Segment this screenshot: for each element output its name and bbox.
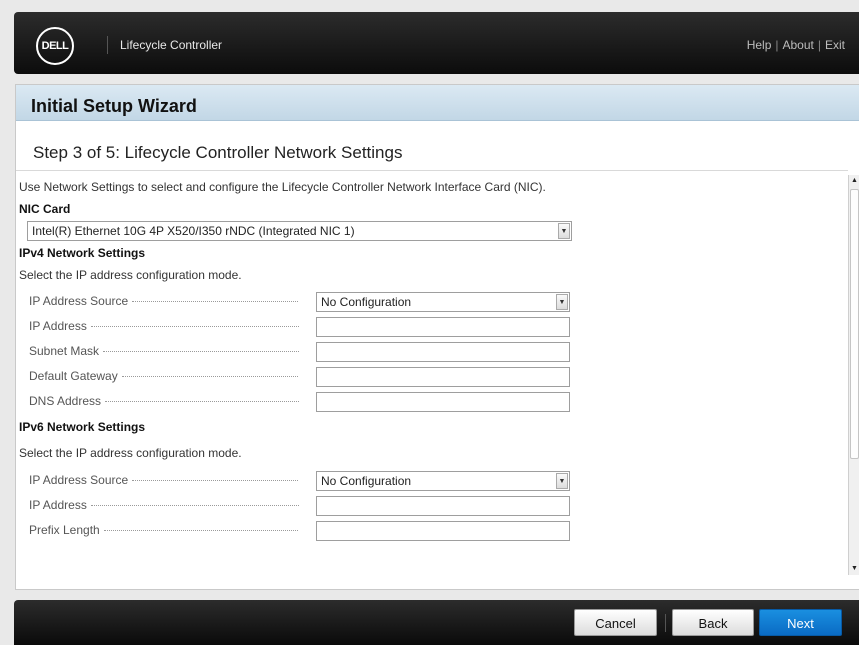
leader-dots bbox=[132, 480, 299, 482]
leader-dots bbox=[90, 326, 299, 328]
ipv6-hint: Select the IP address configuration mode… bbox=[19, 446, 242, 460]
label-text: Subnet Mask bbox=[29, 344, 100, 358]
header-divider bbox=[107, 36, 108, 54]
link-separator: | bbox=[775, 38, 779, 52]
cancel-button[interactable]: Cancel bbox=[574, 609, 657, 636]
header-links: Help | About | Exit bbox=[747, 38, 845, 52]
about-link[interactable]: About bbox=[783, 38, 814, 52]
wizard-panel: Initial Setup Wizard Step 3 of 5: Lifecy… bbox=[15, 84, 859, 590]
leader-dots bbox=[105, 401, 299, 403]
ipv4-subnet-field[interactable] bbox=[316, 342, 570, 362]
arrow-down-icon[interactable]: ▼ bbox=[849, 563, 859, 575]
top-bar: DELL Lifecycle Controller Help | About | Exi… bbox=[14, 12, 859, 74]
ipv4-heading: IPv4 Network Settings bbox=[19, 246, 146, 260]
arrow-up-icon[interactable]: ▲ bbox=[849, 175, 859, 187]
next-button[interactable]: Next bbox=[759, 609, 842, 636]
label-text: DNS Address bbox=[29, 394, 102, 408]
ipv4-dns-field[interactable] bbox=[316, 392, 570, 412]
step-title: Step 3 of 5: Lifecycle Controller Networ… bbox=[33, 143, 403, 162]
ipv6-prefix-field[interactable] bbox=[316, 521, 570, 541]
chevron-down-icon[interactable]: ▼ bbox=[556, 473, 568, 489]
dell-logo: DELL bbox=[36, 27, 74, 65]
label-text: IP Address bbox=[29, 498, 87, 512]
label-text: IP Address Source bbox=[29, 294, 129, 308]
vertical-scrollbar[interactable]: ▲ ▼ bbox=[848, 175, 859, 575]
button-divider bbox=[665, 614, 666, 632]
help-link[interactable]: Help bbox=[747, 38, 772, 52]
ipv6-ip-label: IP Address bbox=[29, 498, 299, 512]
ipv4-hint: Select the IP address configuration mode… bbox=[19, 268, 242, 282]
wizard-title: Initial Setup Wizard bbox=[31, 96, 197, 116]
leader-dots bbox=[103, 351, 299, 353]
ipv6-source-value: No Configuration bbox=[321, 474, 412, 488]
settings-scroll-area: Use Network Settings to select and confi… bbox=[16, 175, 846, 575]
scrollbar-thumb[interactable] bbox=[850, 189, 859, 459]
bottom-bar: Cancel Back Next bbox=[14, 600, 859, 645]
back-button[interactable]: Back bbox=[672, 609, 754, 636]
ipv4-ip-label: IP Address bbox=[29, 319, 299, 333]
intro-text: Use Network Settings to select and confi… bbox=[19, 180, 546, 194]
nic-card-heading: NIC Card bbox=[19, 202, 71, 216]
chevron-down-icon[interactable]: ▼ bbox=[558, 223, 570, 239]
label-text: IP Address Source bbox=[29, 473, 129, 487]
nic-card-select[interactable]: Intel(R) Ethernet 10G 4P X520/I350 rNDC … bbox=[27, 221, 572, 241]
ipv4-source-label: IP Address Source bbox=[29, 294, 299, 308]
ipv4-gateway-field[interactable] bbox=[316, 367, 570, 387]
divider bbox=[16, 170, 848, 171]
leader-dots bbox=[103, 530, 299, 532]
ipv6-prefix-label: Prefix Length bbox=[29, 523, 299, 537]
ipv6-source-select[interactable]: No Configuration ▼ bbox=[316, 471, 570, 491]
ipv4-ip-field[interactable] bbox=[316, 317, 570, 337]
ipv6-ip-field[interactable] bbox=[316, 496, 570, 516]
ipv4-subnet-label: Subnet Mask bbox=[29, 344, 299, 358]
chevron-down-icon[interactable]: ▼ bbox=[556, 294, 568, 310]
leader-dots bbox=[132, 301, 299, 303]
exit-link[interactable]: Exit bbox=[825, 38, 845, 52]
ipv4-source-value: No Configuration bbox=[321, 295, 412, 309]
app-title: Lifecycle Controller bbox=[120, 38, 223, 52]
label-text: Prefix Length bbox=[29, 523, 100, 537]
leader-dots bbox=[90, 505, 299, 507]
ipv4-dns-label: DNS Address bbox=[29, 394, 299, 408]
ipv6-source-label: IP Address Source bbox=[29, 473, 299, 487]
link-separator: | bbox=[817, 38, 821, 52]
label-text: IP Address bbox=[29, 319, 87, 333]
label-text: Default Gateway bbox=[29, 369, 118, 383]
ipv6-heading: IPv6 Network Settings bbox=[19, 420, 146, 434]
ipv4-gateway-label: Default Gateway bbox=[29, 369, 299, 383]
nic-card-value: Intel(R) Ethernet 10G 4P X520/I350 rNDC … bbox=[32, 224, 355, 238]
leader-dots bbox=[121, 376, 299, 378]
ipv4-source-select[interactable]: No Configuration ▼ bbox=[316, 292, 570, 312]
